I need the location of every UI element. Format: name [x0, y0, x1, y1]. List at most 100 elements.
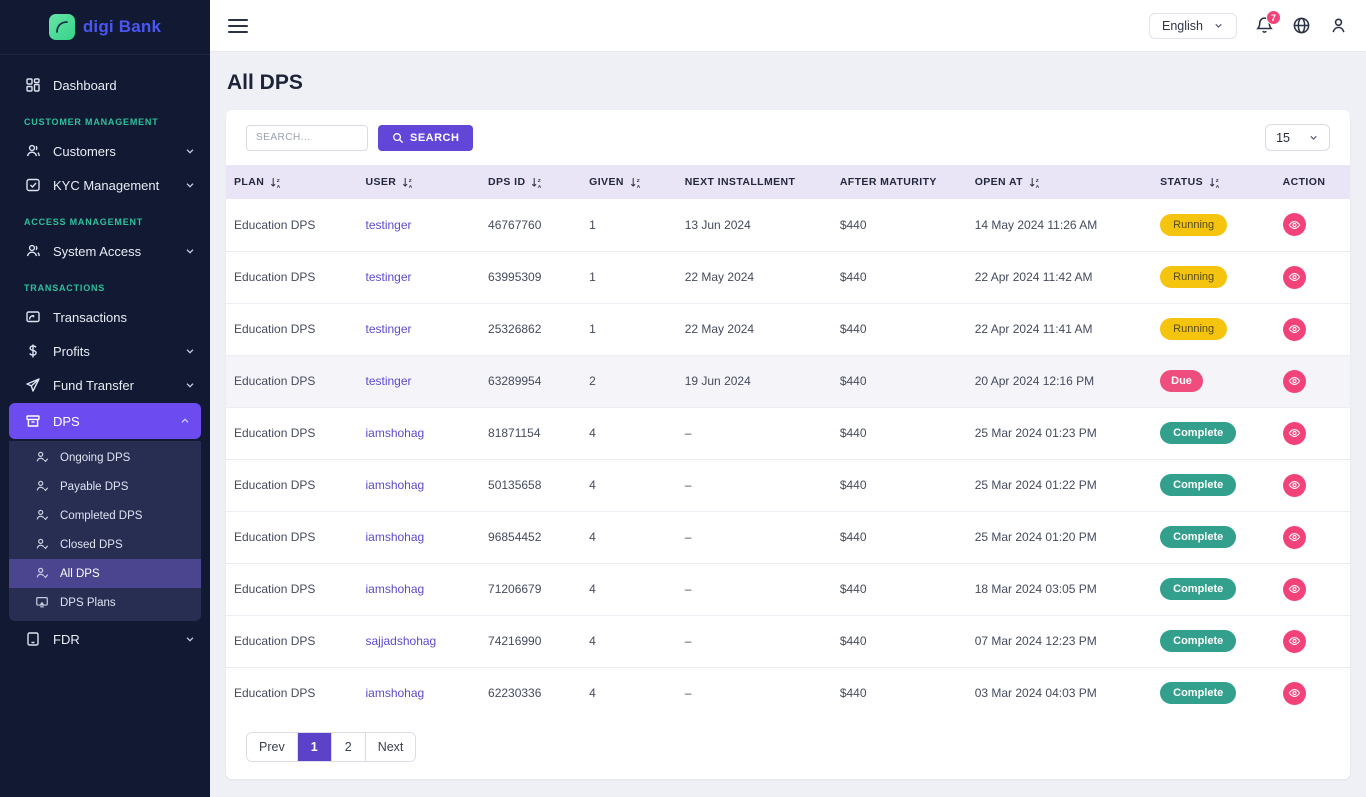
cell-plan: Education DPS: [226, 407, 358, 459]
hamburger-menu-icon[interactable]: [228, 19, 248, 33]
search-icon: [392, 132, 404, 144]
sidebar-item-ongoing-dps[interactable]: Ongoing DPS: [9, 443, 201, 472]
sidebar-item-dps[interactable]: DPS: [9, 403, 201, 439]
cell-open-at: 03 Mar 2024 04:03 PM: [967, 667, 1152, 719]
view-button[interactable]: [1283, 370, 1306, 393]
sidebar-item-label: Profits: [53, 344, 90, 359]
user-link[interactable]: iamshohag: [366, 426, 425, 440]
cell-after-maturity: $440: [832, 251, 967, 303]
sidebar-item-label: Transactions: [53, 310, 127, 325]
pagination-prev-button[interactable]: Prev: [247, 733, 298, 761]
language-select[interactable]: English: [1149, 13, 1237, 39]
sidebar-item-dashboard[interactable]: Dashboard: [0, 69, 210, 101]
column-user[interactable]: USERZA: [358, 165, 481, 199]
sidebar-item-dps-plans[interactable]: DPS Plans: [9, 588, 201, 617]
user-link[interactable]: sajjadshohag: [366, 634, 437, 648]
cell-action: [1275, 459, 1350, 511]
notifications-button[interactable]: 7: [1255, 16, 1274, 35]
section-access-management: ACCESS MANAGEMENT: [0, 203, 210, 233]
cell-status: Complete: [1152, 615, 1275, 667]
view-button[interactable]: [1283, 266, 1306, 289]
view-button[interactable]: [1283, 682, 1306, 705]
cell-dps-id: 81871154: [480, 407, 581, 459]
profile-button[interactable]: [1329, 16, 1348, 35]
sort-icon[interactable]: ZA: [402, 177, 414, 188]
search-button[interactable]: SEARCH: [378, 125, 473, 151]
pagination-page-1-button[interactable]: 1: [298, 733, 332, 761]
cell-plan: Education DPS: [226, 199, 358, 251]
svg-text:Z: Z: [409, 177, 412, 183]
sidebar-item-fdr[interactable]: FDR: [0, 623, 210, 655]
cell-given: 4: [581, 511, 677, 563]
user-link[interactable]: testinger: [366, 218, 412, 232]
table-row: Education DPS testinger 46767760 1 13 Ju…: [226, 199, 1350, 251]
user-link[interactable]: iamshohag: [366, 582, 425, 596]
cell-next-installment: 19 Jun 2024: [677, 355, 832, 407]
page-title: All DPS: [227, 71, 1350, 95]
sidebar-item-payable-dps[interactable]: Payable DPS: [9, 472, 201, 501]
column-open-at[interactable]: OPEN ATZA: [967, 165, 1152, 199]
sidebar-item-completed-dps[interactable]: Completed DPS: [9, 501, 201, 530]
view-button[interactable]: [1283, 318, 1306, 341]
user-link[interactable]: iamshohag: [366, 530, 425, 544]
sidebar-item-closed-dps[interactable]: Closed DPS: [9, 530, 201, 559]
cell-next-installment: 13 Jun 2024: [677, 199, 832, 251]
search-input[interactable]: [246, 125, 368, 151]
dps-table-card: SEARCH 15 PLANZA USERZA DPS IDZA: [226, 110, 1350, 779]
per-page-select[interactable]: 15: [1265, 124, 1330, 151]
cell-open-at: 25 Mar 2024 01:23 PM: [967, 407, 1152, 459]
pagination-page-2-button[interactable]: 2: [332, 733, 366, 761]
sort-icon[interactable]: ZA: [270, 177, 282, 188]
sort-icon[interactable]: ZA: [531, 177, 543, 188]
status-badge: Running: [1160, 266, 1227, 288]
chevron-down-icon: [184, 633, 196, 645]
pagination-next-button[interactable]: Next: [366, 733, 416, 761]
sidebar-item-fund-transfer[interactable]: Fund Transfer: [0, 369, 210, 401]
user-link[interactable]: testinger: [366, 374, 412, 388]
cell-given: 4: [581, 667, 677, 719]
eye-icon: [1288, 427, 1301, 439]
cell-open-at: 20 Apr 2024 12:16 PM: [967, 355, 1152, 407]
svg-text:A: A: [538, 183, 542, 187]
sidebar-item-kyc-management[interactable]: KYC Management: [0, 169, 210, 201]
cell-user: iamshohag: [358, 459, 481, 511]
page-content: All DPS SEARCH 15: [210, 52, 1366, 797]
user-link[interactable]: testinger: [366, 322, 412, 336]
view-button[interactable]: [1283, 578, 1306, 601]
pagination: Prev 1 2 Next: [226, 719, 1350, 779]
column-dps-id[interactable]: DPS IDZA: [480, 165, 581, 199]
sort-icon[interactable]: ZA: [1209, 177, 1221, 188]
column-plan[interactable]: PLANZA: [226, 165, 358, 199]
table-row: Education DPS iamshohag 71206679 4 – $44…: [226, 563, 1350, 615]
cell-user: testinger: [358, 355, 481, 407]
cell-user: iamshohag: [358, 667, 481, 719]
cell-dps-id: 63289954: [480, 355, 581, 407]
sidebar: digi Bank Dashboard CUSTOMER MANAGEMENT …: [0, 0, 210, 797]
sidebar-item-system-access[interactable]: System Access: [0, 235, 210, 267]
user-link[interactable]: testinger: [366, 270, 412, 284]
status-badge: Complete: [1160, 682, 1236, 704]
sidebar-item-profits[interactable]: Profits: [0, 335, 210, 367]
view-button[interactable]: [1283, 474, 1306, 497]
sort-icon[interactable]: ZA: [630, 177, 642, 188]
sidebar-item-all-dps[interactable]: All DPS: [9, 559, 201, 588]
cell-after-maturity: $440: [832, 303, 967, 355]
view-button[interactable]: [1283, 213, 1306, 236]
cell-given: 1: [581, 303, 677, 355]
user-link[interactable]: iamshohag: [366, 478, 425, 492]
screen-share-icon: [24, 309, 41, 326]
sidebar-item-customers[interactable]: Customers: [0, 135, 210, 167]
globe-button[interactable]: [1292, 16, 1311, 35]
eye-icon: [1288, 375, 1301, 387]
view-button[interactable]: [1283, 526, 1306, 549]
view-button[interactable]: [1283, 422, 1306, 445]
sort-icon[interactable]: ZA: [1029, 177, 1041, 188]
column-given[interactable]: GIVENZA: [581, 165, 677, 199]
section-transactions: TRANSACTIONS: [0, 269, 210, 299]
column-status[interactable]: STATUSZA: [1152, 165, 1275, 199]
user-link[interactable]: iamshohag: [366, 686, 425, 700]
sidebar-item-transactions[interactable]: Transactions: [0, 301, 210, 333]
table-body: Education DPS testinger 46767760 1 13 Ju…: [226, 199, 1350, 719]
chevron-up-icon: [179, 415, 191, 427]
view-button[interactable]: [1283, 630, 1306, 653]
